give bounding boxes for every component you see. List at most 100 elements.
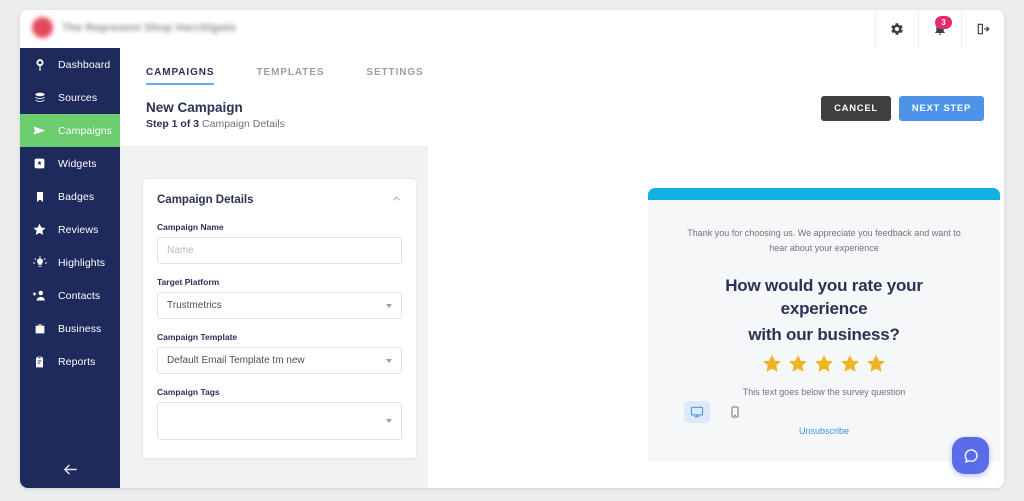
target-platform-select[interactable]: Trustmetrics bbox=[157, 292, 402, 319]
sidebar-item-label: Sources bbox=[58, 91, 98, 104]
next-step-button[interactable]: NEXT STEP bbox=[898, 96, 984, 121]
sidebar-item-label: Reviews bbox=[58, 223, 99, 236]
content-area: CAMPAIGNS TEMPLATES SETTINGS New Campaig… bbox=[120, 48, 1004, 488]
topbar-actions: 3 bbox=[875, 10, 1004, 48]
form-pane: Campaign Details Campaign Name Target Pl… bbox=[120, 146, 428, 488]
card-title: Campaign Details bbox=[157, 194, 254, 206]
campaign-name-input[interactable] bbox=[157, 237, 402, 264]
field-label: Campaign Name bbox=[157, 222, 224, 232]
email-question-line1: How would you rate your experience bbox=[725, 276, 923, 318]
sidebar-item-contacts[interactable]: Contacts bbox=[20, 279, 120, 312]
lightbulb-icon bbox=[32, 255, 47, 270]
field-campaign-tags: Campaign Tags bbox=[157, 387, 402, 440]
target-platform-value: Trustmetrics bbox=[167, 300, 222, 311]
tab-campaigns[interactable]: CAMPAIGNS bbox=[146, 67, 215, 85]
sidebar-item-campaigns[interactable]: Campaigns bbox=[20, 114, 120, 147]
mobile-view-button[interactable] bbox=[722, 401, 748, 423]
tab-bar: CAMPAIGNS TEMPLATES SETTINGS bbox=[120, 48, 1004, 85]
bookmark-icon bbox=[32, 189, 47, 204]
sidebar-item-reports[interactable]: Reports bbox=[20, 345, 120, 378]
sidebar-item-label: Contacts bbox=[58, 289, 101, 302]
settings-gear-button[interactable] bbox=[875, 10, 918, 48]
desktop-view-button[interactable] bbox=[684, 401, 710, 423]
star-icon[interactable] bbox=[839, 353, 861, 375]
email-below-text: This text goes below the survey question bbox=[742, 386, 906, 397]
arrow-left-icon bbox=[63, 464, 77, 475]
app-window: The Represent Shop Harchlgwis 3 Dashboar… bbox=[20, 10, 1004, 488]
sidebar: Dashboard Sources Campaigns Widgets Badg… bbox=[20, 48, 120, 488]
chevron-up-icon[interactable] bbox=[391, 191, 402, 209]
email-question-line2: with our business? bbox=[748, 325, 900, 345]
widget-icon bbox=[32, 156, 47, 171]
star-icon[interactable] bbox=[813, 353, 835, 375]
notification-badge: 3 bbox=[935, 16, 952, 29]
sidebar-item-badges[interactable]: Badges bbox=[20, 180, 120, 213]
sidebar-item-label: Campaigns bbox=[58, 124, 113, 137]
chevron-down-icon bbox=[386, 419, 392, 423]
sidebar-item-widgets[interactable]: Widgets bbox=[20, 147, 120, 180]
field-target-platform: Target Platform Trustmetrics bbox=[157, 277, 402, 319]
chevron-down-icon bbox=[386, 303, 392, 308]
sidebar-item-dashboard[interactable]: Dashboard bbox=[20, 48, 120, 81]
sidebar-collapse-button[interactable] bbox=[20, 461, 120, 478]
chevron-down-icon bbox=[386, 358, 392, 363]
field-label: Target Platform bbox=[157, 277, 220, 287]
preview-pane: Thank you for choosing us. We appreciate… bbox=[428, 146, 1004, 488]
step-detail: Campaign Details bbox=[202, 118, 285, 130]
campaign-details-card: Campaign Details Campaign Name Target Pl… bbox=[142, 178, 417, 459]
sidebar-item-label: Badges bbox=[58, 190, 95, 203]
device-toggle bbox=[428, 401, 1004, 423]
person-add-icon bbox=[32, 288, 47, 303]
tab-settings[interactable]: SETTINGS bbox=[366, 67, 423, 85]
sidebar-item-label: Dashboard bbox=[58, 58, 111, 71]
page-title: New Campaign bbox=[146, 100, 243, 115]
unsubscribe-link[interactable]: Unsubscribe bbox=[799, 426, 849, 436]
monitor-icon bbox=[690, 406, 704, 418]
circle-logo-redacted-icon bbox=[32, 17, 53, 38]
sidebar-item-sources[interactable]: Sources bbox=[20, 81, 120, 114]
step-count: Step 1 of 3 bbox=[146, 118, 200, 130]
star-icon[interactable] bbox=[761, 353, 783, 375]
sidebar-item-label: Highlights bbox=[58, 256, 106, 269]
star-rating[interactable] bbox=[686, 353, 962, 375]
brand: The Represent Shop Harchlgwis bbox=[32, 17, 237, 38]
star-icon bbox=[32, 222, 47, 237]
field-label: Campaign Tags bbox=[157, 387, 220, 397]
field-label: Campaign Template bbox=[157, 332, 238, 342]
header-actions: CANCEL NEXT STEP bbox=[821, 96, 984, 121]
card-header: Campaign Details bbox=[157, 191, 402, 209]
sidebar-item-label: Widgets bbox=[58, 157, 97, 170]
logout-button[interactable] bbox=[961, 10, 1004, 48]
logout-icon bbox=[977, 23, 990, 35]
chat-support-button[interactable] bbox=[952, 437, 989, 474]
brand-name: The Represent Shop Harchlgwis bbox=[62, 21, 237, 34]
notifications-button[interactable]: 3 bbox=[918, 10, 961, 48]
phone-icon bbox=[731, 406, 739, 418]
page-root: The Represent Shop Harchlgwis 3 Dashboar… bbox=[0, 0, 1024, 501]
sidebar-item-business[interactable]: Business bbox=[20, 312, 120, 345]
send-icon bbox=[32, 123, 47, 138]
email-intro-text: Thank you for choosing us. We appreciate… bbox=[687, 228, 961, 253]
email-accent-bar bbox=[648, 188, 1000, 200]
dashboard-icon bbox=[32, 57, 47, 72]
field-campaign-template: Campaign Template Default Email Template… bbox=[157, 332, 402, 374]
sidebar-item-label: Reports bbox=[58, 355, 96, 368]
database-icon bbox=[32, 90, 47, 105]
campaign-template-value: Default Email Template tm new bbox=[167, 355, 305, 366]
star-icon[interactable] bbox=[787, 353, 809, 375]
chat-bubble-icon bbox=[964, 448, 978, 463]
star-icon[interactable] bbox=[865, 353, 887, 375]
page-step: Step 1 of 3 Campaign Details bbox=[146, 118, 285, 130]
briefcase-icon bbox=[32, 321, 47, 336]
cancel-button[interactable]: CANCEL bbox=[821, 96, 891, 121]
page-header: New Campaign Step 1 of 3 Campaign Detail… bbox=[146, 100, 285, 130]
tab-templates[interactable]: TEMPLATES bbox=[256, 67, 324, 85]
field-campaign-name: Campaign Name bbox=[157, 222, 402, 264]
sidebar-item-reviews[interactable]: Reviews bbox=[20, 213, 120, 246]
campaign-template-select[interactable]: Default Email Template tm new bbox=[157, 347, 402, 374]
sidebar-item-label: Business bbox=[58, 322, 102, 335]
top-bar: The Represent Shop Harchlgwis 3 bbox=[20, 10, 1004, 49]
campaign-tags-select[interactable] bbox=[157, 402, 402, 440]
clipboard-icon bbox=[32, 354, 47, 369]
sidebar-item-highlights[interactable]: Highlights bbox=[20, 246, 120, 279]
